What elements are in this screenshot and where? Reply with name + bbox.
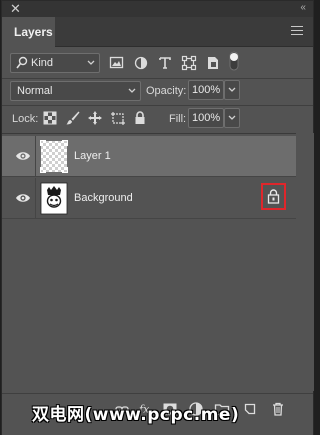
lock-transparent-pixels-icon[interactable] bbox=[42, 110, 58, 126]
collapse-panel-icon[interactable]: ‹‹ bbox=[300, 1, 306, 15]
layer-thumbnail bbox=[40, 140, 68, 173]
blend-opacity-row: Normal Opacity: 100% bbox=[2, 80, 313, 104]
shape-layer-filter-icon[interactable] bbox=[181, 55, 197, 71]
hamburger-menu-icon[interactable] bbox=[291, 26, 303, 35]
filter-row: Kind bbox=[2, 49, 313, 77]
layers-list: Layer 1 Background bbox=[2, 133, 313, 391]
opacity-input[interactable]: 100% bbox=[188, 80, 224, 100]
fill-input[interactable]: 100% bbox=[188, 108, 224, 128]
chevron-down-icon bbox=[228, 115, 236, 120]
delete-layer-icon[interactable] bbox=[270, 401, 286, 417]
filter-kind-select[interactable]: Kind bbox=[10, 53, 100, 73]
fill-label: Fill: bbox=[169, 113, 187, 125]
visibility-column bbox=[2, 136, 36, 176]
type-layer-filter-icon[interactable] bbox=[157, 55, 173, 71]
chevron-down-icon bbox=[128, 88, 136, 93]
lock-image-pixels-icon[interactable] bbox=[65, 110, 81, 126]
filter-toggle-switch[interactable] bbox=[229, 51, 239, 71]
layer-name: Layer 1 bbox=[74, 150, 111, 162]
watermark-text: 双电网(www.pcpc.me) bbox=[32, 405, 240, 425]
adjustment-layer-filter-icon[interactable] bbox=[133, 55, 149, 71]
lock-all-icon[interactable] bbox=[132, 110, 148, 126]
eye-icon[interactable] bbox=[15, 150, 31, 162]
opacity-value: 100% bbox=[192, 84, 221, 96]
tab-layers[interactable]: Layers bbox=[2, 17, 55, 47]
filter-kind-label: Kind bbox=[31, 57, 54, 69]
divider bbox=[2, 78, 313, 79]
visibility-column bbox=[2, 178, 36, 218]
layer-name: Background bbox=[74, 192, 133, 204]
opacity-dropdown-button[interactable] bbox=[224, 80, 240, 100]
lock-icon[interactable] bbox=[267, 189, 280, 204]
opacity-label: Opacity: bbox=[146, 85, 187, 97]
layers-panel: ✕ ‹‹ Layers Kind Normal Opacity: 100% Lo… bbox=[1, 0, 314, 435]
close-icon[interactable]: ✕ bbox=[10, 2, 21, 16]
chevron-down-icon bbox=[228, 87, 236, 92]
panel-tab-bar: Layers bbox=[2, 17, 313, 47]
prevent-auto-nesting-icon[interactable] bbox=[110, 110, 126, 126]
layer-row-layer-1[interactable]: Layer 1 bbox=[2, 136, 296, 177]
blend-mode-select[interactable]: Normal bbox=[10, 81, 141, 101]
layers-scrollbar[interactable] bbox=[296, 133, 314, 391]
layer-thumbnail bbox=[40, 182, 68, 215]
lock-highlight-box bbox=[261, 183, 286, 210]
new-layer-icon[interactable] bbox=[242, 401, 258, 417]
lock-label: Lock: bbox=[12, 113, 39, 125]
layer-row-background[interactable]: Background bbox=[2, 178, 296, 219]
panel-title-bar: ✕ ‹‹ bbox=[2, 1, 313, 17]
divider bbox=[2, 105, 313, 106]
lock-position-icon[interactable] bbox=[87, 110, 103, 126]
pixel-layer-filter-icon[interactable] bbox=[109, 55, 125, 71]
lock-fill-row: Lock: Fill: 100% bbox=[2, 107, 313, 131]
smart-object-filter-icon[interactable] bbox=[205, 55, 221, 71]
fill-dropdown-button[interactable] bbox=[224, 108, 240, 128]
search-icon bbox=[16, 56, 28, 69]
blend-mode-value: Normal bbox=[17, 85, 53, 97]
chevron-down-icon bbox=[87, 60, 95, 65]
fill-value: 100% bbox=[192, 112, 221, 124]
eye-icon[interactable] bbox=[15, 192, 31, 204]
